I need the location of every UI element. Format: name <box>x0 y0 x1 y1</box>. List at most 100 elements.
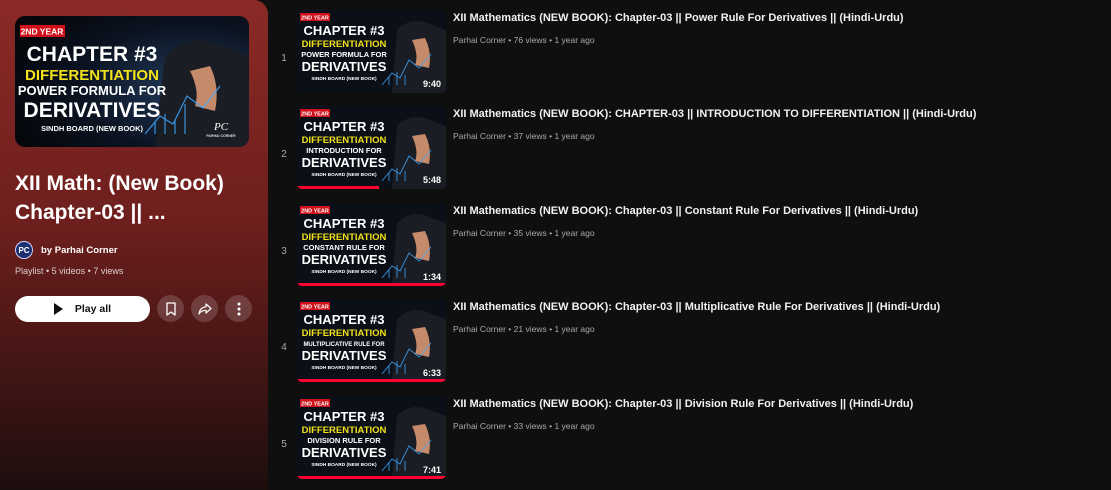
thumb-line1: CHAPTER #3 <box>304 23 385 38</box>
video-channel[interactable]: Parhai Corner <box>453 421 506 431</box>
thumb-badge: 2ND YEAR <box>301 304 329 310</box>
share-playlist-button[interactable] <box>191 295 218 322</box>
video-duration: 9:40 <box>422 79 441 89</box>
thumb-footer: SINDH BOARD (NEW BOOK) <box>311 76 377 82</box>
playlist-cover-art: 2ND YEAR CHAPTER #3 DIFFERENTIATION POWE… <box>15 16 249 147</box>
thumb-line3: POWER FORMULA FOR <box>301 50 387 59</box>
play-all-label: Play all <box>74 302 112 315</box>
watch-progress-bar <box>297 186 379 189</box>
thumb-line2: DIFFERENTIATION <box>302 39 387 50</box>
watch-progress-bar <box>297 283 446 286</box>
avatar[interactable]: PC <box>15 241 33 259</box>
video-duration: 5:48 <box>422 175 441 185</box>
playlist-owner[interactable]: PC by Parhai Corner <box>15 241 253 259</box>
owner-name[interactable]: Parhai Corner <box>55 245 118 256</box>
thumb-line1: CHAPTER #3 <box>304 312 385 327</box>
play-icon <box>53 302 63 315</box>
video-meta: Parhai Corner • 35 views • 1 year ago <box>453 228 595 238</box>
more-actions-button[interactable] <box>225 295 252 322</box>
owner-label[interactable]: by Parhai Corner <box>41 245 118 256</box>
video-title[interactable]: XII Mathematics (NEW BOOK): Chapter-03 |… <box>453 205 918 217</box>
video-index: 5 <box>281 439 287 450</box>
thumb-line4: DERIVATIVES <box>302 348 387 363</box>
play-all-button[interactable]: Play all <box>15 295 150 322</box>
more-vert-icon <box>237 302 240 315</box>
video-meta: Parhai Corner • 21 views • 1 year ago <box>453 324 595 334</box>
video-title[interactable]: XII Mathematics (NEW BOOK): Chapter-03 |… <box>453 398 913 410</box>
thumb-footer: SINDH BOARD (NEW BOOK) <box>311 462 377 468</box>
playlist-video-row-5[interactable]: 5 2ND YEAR CHAPTER #3 DIFFERENTIATION DI… <box>270 396 1111 490</box>
video-views: 21 views <box>513 324 547 334</box>
thumb-line3: DIVISION RULE FOR <box>307 436 381 445</box>
video-index: 4 <box>281 342 287 353</box>
video-title[interactable]: XII Mathematics (NEW BOOK): CHAPTER-03 |… <box>453 108 976 120</box>
video-thumbnail[interactable]: 2ND YEAR CHAPTER #3 DIFFERENTIATION POWE… <box>297 10 446 93</box>
thumb-badge: 2ND YEAR <box>301 111 329 117</box>
video-thumbnail[interactable]: 2ND YEAR CHAPTER #3 DIFFERENTIATION INTR… <box>297 106 446 189</box>
playlist-video-row-1[interactable]: 1 2ND YEAR CHAPTER #3 DIFFERENTIATION PO… <box>270 10 1111 107</box>
playlist-video-row-3[interactable]: 3 2ND YEAR CHAPTER #3 DIFFERENTIATION CO… <box>270 203 1111 300</box>
video-age: 1 year ago <box>554 228 595 238</box>
thumb-line4: DERIVATIVES <box>302 155 387 170</box>
thumb-line3: CONSTANT RULE FOR <box>303 243 385 252</box>
thumb-line2: DIFFERENTIATION <box>302 135 387 146</box>
video-thumbnail[interactable]: 2ND YEAR CHAPTER #3 DIFFERENTIATION DIVI… <box>297 396 446 479</box>
save-playlist-button[interactable] <box>157 295 184 322</box>
playlist-title[interactable]: XII Math: (New Book) Chapter-03 || ... <box>15 169 253 227</box>
playlist-cover-thumbnail[interactable]: 2ND YEAR CHAPTER #3 DIFFERENTIATION POWE… <box>15 16 249 147</box>
thumb-line2: DIFFERENTIATION <box>302 425 387 436</box>
video-thumbnail[interactable]: 2ND YEAR CHAPTER #3 DIFFERENTIATION MULT… <box>297 299 446 382</box>
thumb-line4: DERIVATIVES <box>302 445 387 460</box>
video-channel[interactable]: Parhai Corner <box>453 228 506 238</box>
thumb-line1: CHAPTER #3 <box>304 216 385 231</box>
video-meta: Parhai Corner • 37 views • 1 year ago <box>453 131 595 141</box>
cover-line2: DIFFERENTIATION <box>25 67 159 84</box>
thumb-line4: DERIVATIVES <box>302 59 387 74</box>
thumb-badge: 2ND YEAR <box>301 401 329 407</box>
watch-progress-bar <box>297 476 446 479</box>
cover-badge: 2ND YEAR <box>21 27 64 37</box>
bookmark-icon <box>165 301 176 316</box>
video-thumbnail[interactable]: 2ND YEAR CHAPTER #3 DIFFERENTIATION CONS… <box>297 203 446 286</box>
video-views: 37 views <box>513 131 547 141</box>
watch-progress-bar <box>297 379 446 382</box>
video-channel[interactable]: Parhai Corner <box>453 35 506 45</box>
video-index: 3 <box>281 246 287 257</box>
video-age: 1 year ago <box>554 131 595 141</box>
playlist-video-list: 1 2ND YEAR CHAPTER #3 DIFFERENTIATION PO… <box>270 0 1111 490</box>
video-age: 1 year ago <box>554 421 595 431</box>
video-title[interactable]: XII Mathematics (NEW BOOK): Chapter-03 |… <box>453 301 940 313</box>
video-title[interactable]: XII Mathematics (NEW BOOK): Chapter-03 |… <box>453 12 904 24</box>
cover-line4: DERIVATIVES <box>24 99 161 122</box>
thumb-badge: 2ND YEAR <box>301 15 329 21</box>
video-views: 35 views <box>513 228 547 238</box>
cover-brand-sub: PARHAI CORNER <box>206 134 236 138</box>
video-channel[interactable]: Parhai Corner <box>453 131 506 141</box>
thumb-footer: SINDH BOARD (NEW BOOK) <box>311 269 377 275</box>
playlist-meta: Playlist • 5 videos • 7 views <box>15 266 124 276</box>
playlist-video-row-4[interactable]: 4 2ND YEAR CHAPTER #3 DIFFERENTIATION MU… <box>270 299 1111 396</box>
thumb-line2: DIFFERENTIATION <box>302 232 387 243</box>
video-views: 33 views <box>513 421 547 431</box>
playlist-header-panel: 2ND YEAR CHAPTER #3 DIFFERENTIATION POWE… <box>0 0 268 490</box>
video-meta: Parhai Corner • 76 views • 1 year ago <box>453 35 595 45</box>
owner-prefix: by <box>41 244 53 256</box>
video-age: 1 year ago <box>554 324 595 334</box>
cover-brand-logo: PC <box>213 121 229 133</box>
video-meta: Parhai Corner • 33 views • 1 year ago <box>453 421 595 431</box>
video-duration: 1:34 <box>422 272 441 282</box>
video-channel[interactable]: Parhai Corner <box>453 324 506 334</box>
video-views: 76 views <box>513 35 547 45</box>
thumb-footer: SINDH BOARD (NEW BOOK) <box>311 172 377 178</box>
playlist-actions: Play all <box>15 295 253 322</box>
cover-footer: SINDH BOARD (NEW BOOK) <box>41 124 144 133</box>
video-index: 1 <box>281 53 287 64</box>
cover-line1: CHAPTER #3 <box>27 43 158 66</box>
thumb-line2: DIFFERENTIATION <box>302 328 387 339</box>
video-index: 2 <box>281 149 287 160</box>
share-icon <box>197 302 212 315</box>
video-duration: 7:41 <box>422 465 441 475</box>
playlist-video-row-2[interactable]: 2 2ND YEAR CHAPTER #3 DIFFERENTIATION IN… <box>270 106 1111 203</box>
thumb-line1: CHAPTER #3 <box>304 409 385 424</box>
thumb-footer: SINDH BOARD (NEW BOOK) <box>311 365 377 371</box>
